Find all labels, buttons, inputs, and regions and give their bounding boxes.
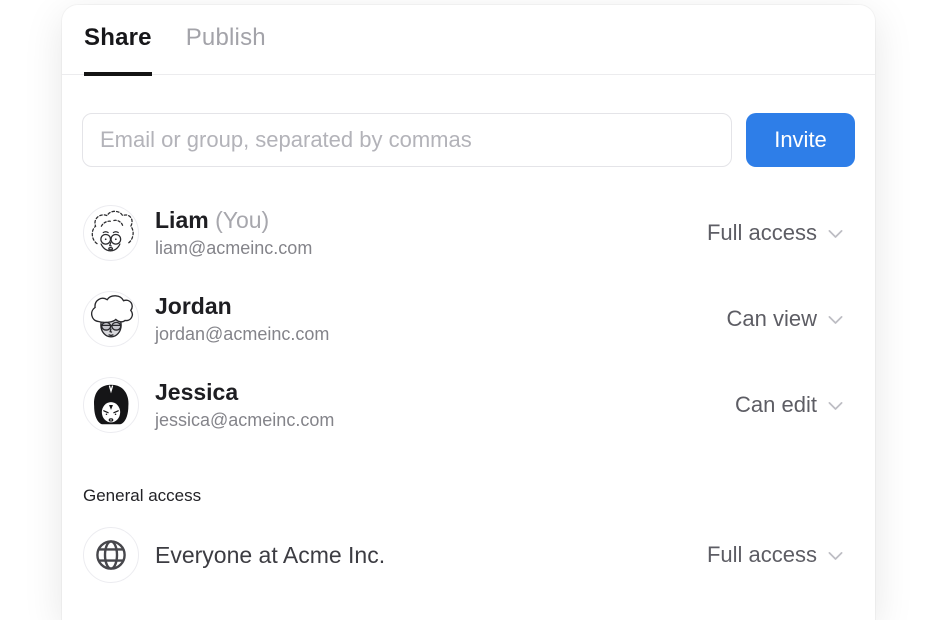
access-dropdown-everyone[interactable]: Full access (707, 542, 846, 568)
general-access-label: General access (83, 485, 846, 506)
people-list: Liam (You) liam@acmeinc.com Full access (62, 205, 875, 433)
you-suffix: (You) (215, 207, 269, 233)
chevron-down-icon (825, 395, 846, 416)
general-access-row: Everyone at Acme Inc. Full access (83, 527, 846, 583)
access-label: Can view (727, 306, 817, 332)
access-label: Full access (707, 220, 817, 246)
person-row-liam: Liam (You) liam@acmeinc.com Full access (83, 205, 846, 261)
person-name: Jessica (155, 378, 334, 406)
chevron-down-icon (825, 309, 846, 330)
jessica-avatar (83, 377, 139, 433)
person-name: Jordan (155, 292, 329, 320)
person-row-jordan: Jordan jordan@acmeinc.com Can view (83, 291, 846, 347)
chevron-down-icon (825, 545, 846, 566)
person-email: jessica@acmeinc.com (155, 409, 334, 432)
person-row-jessica: Jessica jessica@acmeinc.com Can edit (83, 377, 846, 433)
liam-avatar (83, 205, 139, 261)
access-label: Full access (707, 542, 817, 568)
general-access-section: General access Everyone at Acme Inc. Ful… (62, 485, 875, 583)
person-name: Liam (You) (155, 206, 312, 234)
tab-publish[interactable]: Publish (186, 5, 266, 76)
access-dropdown-jessica[interactable]: Can edit (735, 392, 846, 418)
share-dialog-stage: Share Publish Invite (0, 0, 934, 620)
tab-share[interactable]: Share (84, 5, 152, 76)
globe-icon (83, 527, 139, 583)
access-label: Can edit (735, 392, 817, 418)
general-access-name: Everyone at Acme Inc. (155, 541, 385, 569)
chevron-down-icon (825, 223, 846, 244)
invite-button[interactable]: Invite (746, 113, 855, 167)
access-dropdown-liam[interactable]: Full access (707, 220, 846, 246)
share-dialog: Share Publish Invite (62, 5, 875, 620)
person-email: jordan@acmeinc.com (155, 323, 329, 346)
invite-email-input[interactable] (82, 113, 732, 167)
person-info: Jessica jessica@acmeinc.com (155, 378, 334, 432)
invite-row: Invite (82, 113, 855, 167)
tab-bar: Share Publish (62, 5, 875, 75)
person-info: Jordan jordan@acmeinc.com (155, 292, 329, 346)
person-email: liam@acmeinc.com (155, 237, 312, 260)
jordan-avatar (83, 291, 139, 347)
access-dropdown-jordan[interactable]: Can view (727, 306, 846, 332)
person-info: Liam (You) liam@acmeinc.com (155, 206, 312, 260)
